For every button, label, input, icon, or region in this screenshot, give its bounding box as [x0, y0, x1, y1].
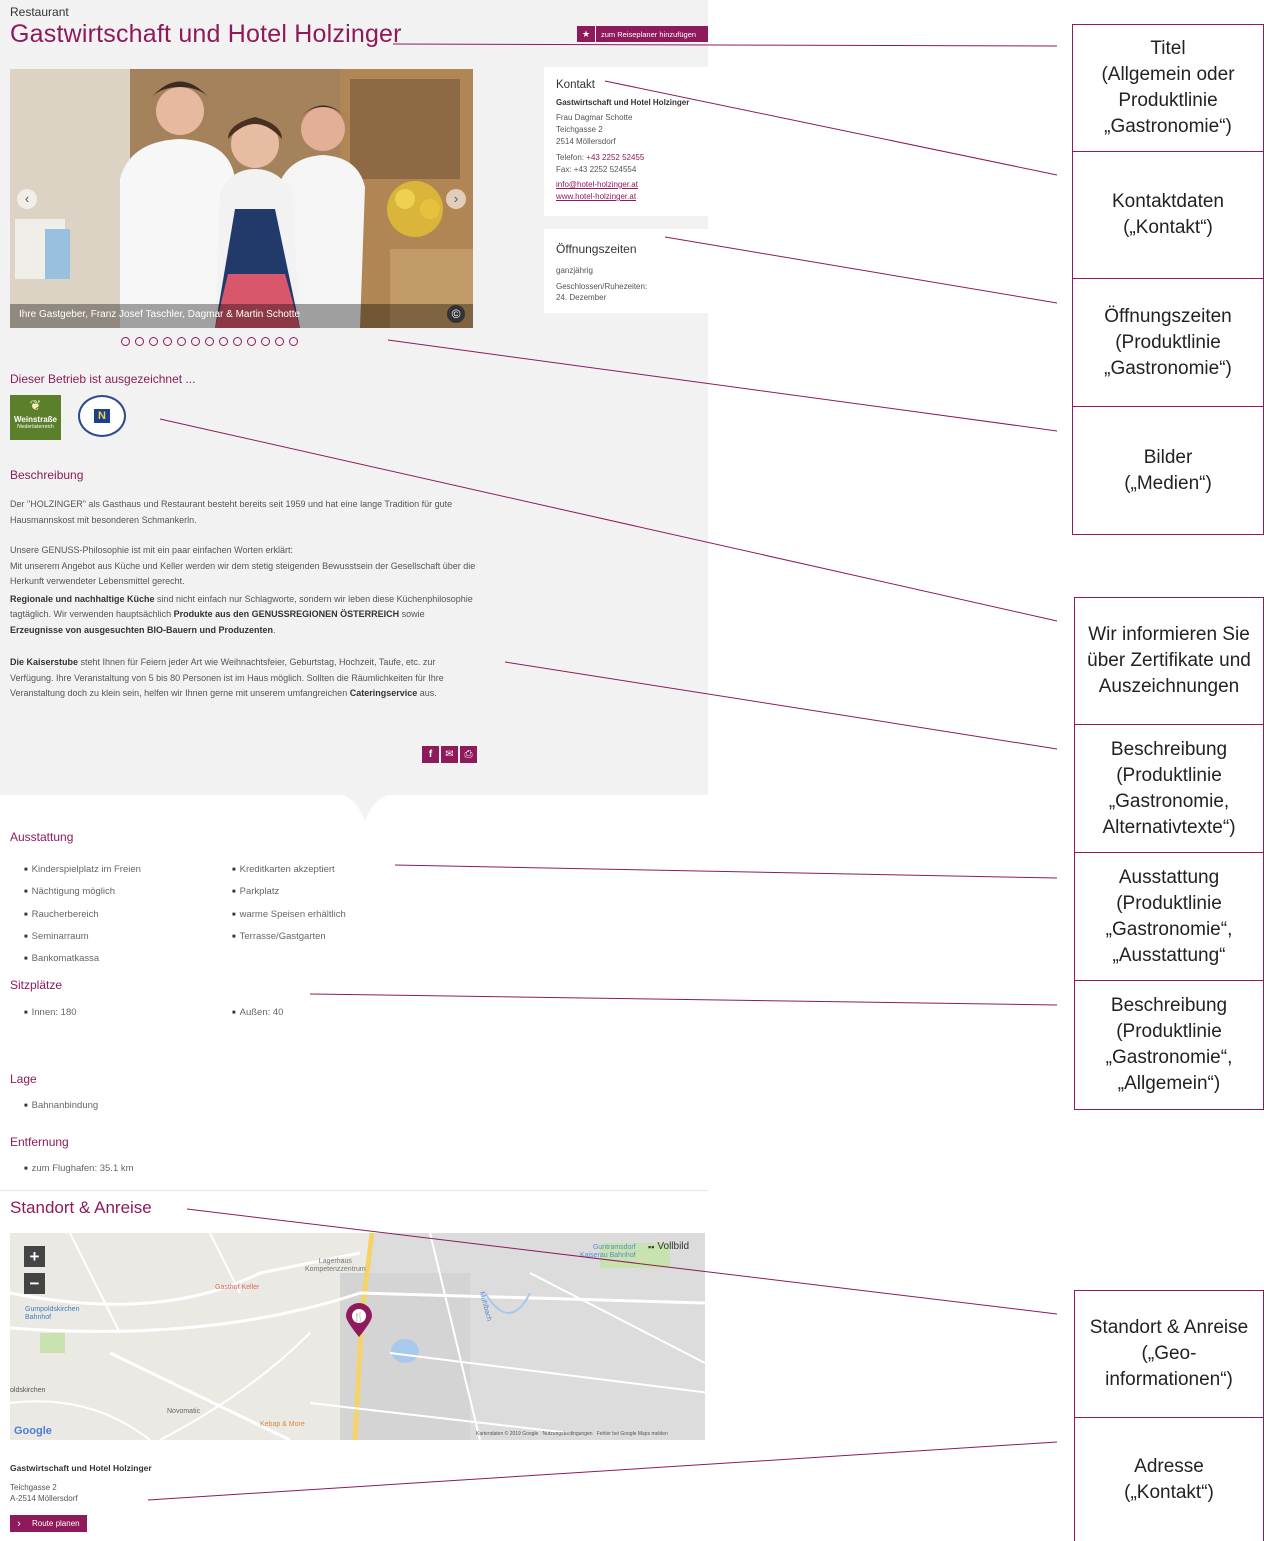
annotation-adresse: Adresse („Kontakt“) [1074, 1418, 1264, 1541]
annotation-standort: Standort & Anreise („Geo-informationen“) [1074, 1290, 1264, 1418]
annotation-kontakt: Kontaktdaten („Kontakt“) [1072, 152, 1264, 279]
annotation-beschreibung2: Beschreibung (Produktlinie „Gastronomie“… [1074, 981, 1264, 1110]
annotation-bilder: Bilder („Medien“) [1072, 407, 1264, 535]
annotation-oeffnung: Öffnungszeiten (Produktlinie „Gastronomi… [1072, 279, 1264, 407]
annotation-ausstattung: Ausstattung (Produktlinie „Gastronomie“,… [1074, 853, 1264, 981]
annotation-titel: Titel (Allgemein oder Produktlinie „Gast… [1072, 24, 1264, 152]
annotation-zertifikate: Wir informieren Sie über Zertifikate und… [1074, 597, 1264, 725]
annotation-beschreibung1: Beschreibung (Produktlinie „Gastronomie,… [1074, 725, 1264, 853]
